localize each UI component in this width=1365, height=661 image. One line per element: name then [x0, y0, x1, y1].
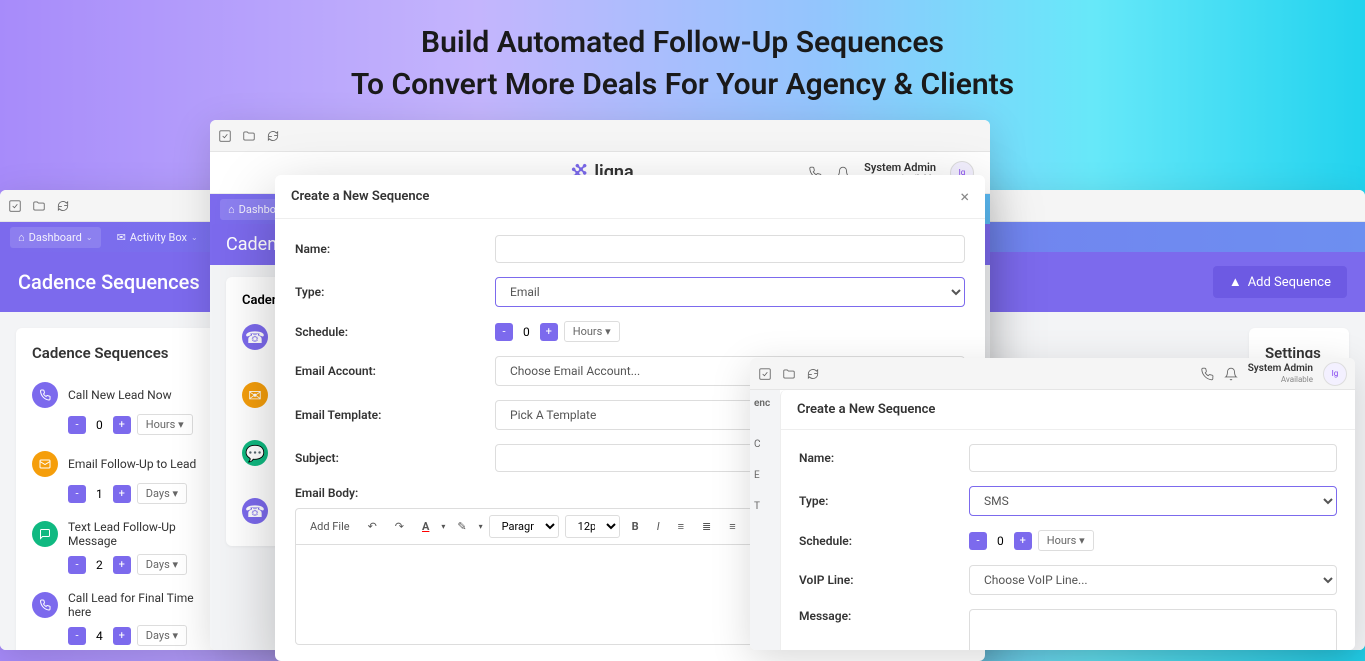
plus-button[interactable]: +	[1014, 532, 1032, 550]
paragraph-select[interactable]: Paragraph	[489, 515, 559, 538]
folder-icon[interactable]	[782, 367, 796, 381]
voip-label: VoIP Line:	[799, 573, 969, 587]
type-select[interactable]: Email	[495, 277, 965, 307]
seq-list: Call New Lead Now -0+Hours ▾ Email Follo…	[32, 376, 200, 646]
hero-title: Build Automated Follow-Up Sequences To C…	[0, 0, 1365, 106]
name-input[interactable]	[495, 235, 965, 263]
minus-button[interactable]: -	[68, 485, 86, 503]
sitemap-icon: ▲	[1229, 274, 1242, 290]
refresh-icon[interactable]	[56, 199, 70, 213]
minus-button[interactable]: -	[68, 627, 86, 645]
text-color-icon[interactable]: A	[416, 517, 435, 536]
list-item[interactable]: Call Lead for Final Time here	[32, 585, 200, 625]
name-label: Name:	[295, 242, 495, 256]
modal-title: Create a New Sequence	[291, 189, 429, 204]
message-label: Message:	[799, 609, 969, 623]
refresh-icon[interactable]	[266, 129, 280, 143]
email-account-label: Email Account:	[295, 364, 495, 378]
folder-icon[interactable]	[242, 129, 256, 143]
card-title: Cadence Sequences	[32, 344, 200, 362]
undo-icon[interactable]: ↶	[362, 517, 383, 536]
page-title: Cadence Sequences	[18, 270, 200, 294]
plus-button[interactable]: +	[113, 556, 131, 574]
unit-select[interactable]: Hours ▾	[564, 321, 620, 342]
minus-button[interactable]: -	[969, 532, 987, 550]
topbar	[210, 120, 990, 152]
schedule-label: Schedule:	[295, 325, 495, 339]
plus-button[interactable]: +	[113, 416, 131, 434]
add-sequence-button[interactable]: ▲Add Sequence	[1213, 266, 1347, 298]
align-center-icon[interactable]: ≣	[696, 517, 717, 536]
mail-icon: ✉	[242, 382, 268, 408]
redo-icon[interactable]: ↷	[389, 517, 410, 536]
cadence-card: Cadence Sequences Call New Lead Now -0+H…	[16, 328, 216, 650]
avatar[interactable]: lg	[1323, 362, 1347, 386]
check-icon[interactable]	[8, 199, 22, 213]
type-label: Type:	[295, 285, 495, 299]
type-select[interactable]: SMS	[969, 486, 1337, 516]
type-label: Type:	[799, 494, 969, 508]
subject-label: Subject:	[295, 451, 495, 465]
minus-button[interactable]: -	[495, 323, 513, 341]
nav-activity[interactable]: ✉ Activity Box ⌄	[117, 231, 198, 244]
list-item[interactable]: Email Follow-Up to Lead	[32, 445, 200, 483]
refresh-icon[interactable]	[806, 367, 820, 381]
bell-icon[interactable]	[1224, 367, 1238, 381]
voip-select[interactable]: Choose VoIP Line...	[969, 565, 1337, 595]
hero-line1: Build Automated Follow-Up Sequences	[0, 22, 1365, 64]
highlight-icon[interactable]: ✎	[451, 517, 472, 536]
name-label: Name:	[799, 451, 969, 465]
phone-icon	[32, 592, 58, 618]
check-icon[interactable]	[758, 367, 772, 381]
check-icon[interactable]	[218, 129, 232, 143]
unit-select[interactable]: Hours ▾	[1038, 530, 1094, 551]
align-left-icon[interactable]: ≡	[672, 517, 690, 536]
message-input[interactable]	[969, 609, 1337, 650]
plus-button[interactable]: +	[113, 627, 131, 645]
minus-button[interactable]: -	[68, 556, 86, 574]
message-icon: 💬	[242, 440, 268, 466]
minus-button[interactable]: -	[68, 416, 86, 434]
unit-select[interactable]: Hours ▾	[137, 414, 193, 435]
italic-icon[interactable]: I	[651, 517, 666, 536]
bold-icon[interactable]: B	[626, 517, 645, 536]
close-button[interactable]: ×	[960, 187, 969, 206]
email-template-label: Email Template:	[295, 408, 495, 422]
user-menu[interactable]: System AdminAvailable	[1248, 363, 1313, 385]
phone-icon: ☎	[242, 498, 268, 524]
phone-icon	[32, 382, 58, 408]
create-sequence-sms-modal: Create a New Sequence Name: Type:SMS Sch…	[780, 390, 1355, 650]
mail-icon	[32, 451, 58, 477]
nav-dashboard[interactable]: ⌂ Dashboard ⌄	[10, 227, 101, 248]
folder-icon[interactable]	[32, 199, 46, 213]
list-item[interactable]: Text Lead Follow-Up Message	[32, 514, 200, 554]
unit-select[interactable]: Days ▾	[137, 483, 187, 504]
phone-icon[interactable]	[1200, 367, 1214, 381]
modal-title: Create a New Sequence	[797, 402, 935, 417]
plus-button[interactable]: +	[540, 323, 558, 341]
name-input[interactable]	[969, 444, 1337, 472]
hero-line2: To Convert More Deals For Your Agency & …	[0, 64, 1365, 106]
list-item[interactable]: Call New Lead Now	[32, 376, 200, 414]
message-icon	[32, 521, 58, 547]
schedule-label: Schedule:	[799, 534, 969, 548]
front-window: System AdminAvailable lg enc C E T Creat…	[750, 358, 1355, 650]
unit-select[interactable]: Days ▾	[137, 625, 187, 646]
add-file-button[interactable]: Add File	[304, 517, 356, 536]
align-right-icon[interactable]: ≡	[723, 517, 741, 536]
phone-icon: ☎	[242, 324, 268, 350]
fontsize-select[interactable]: 12pt	[565, 515, 620, 538]
unit-select[interactable]: Days ▾	[137, 554, 187, 575]
topbar: System AdminAvailable lg	[750, 358, 1355, 390]
plus-button[interactable]: +	[113, 485, 131, 503]
